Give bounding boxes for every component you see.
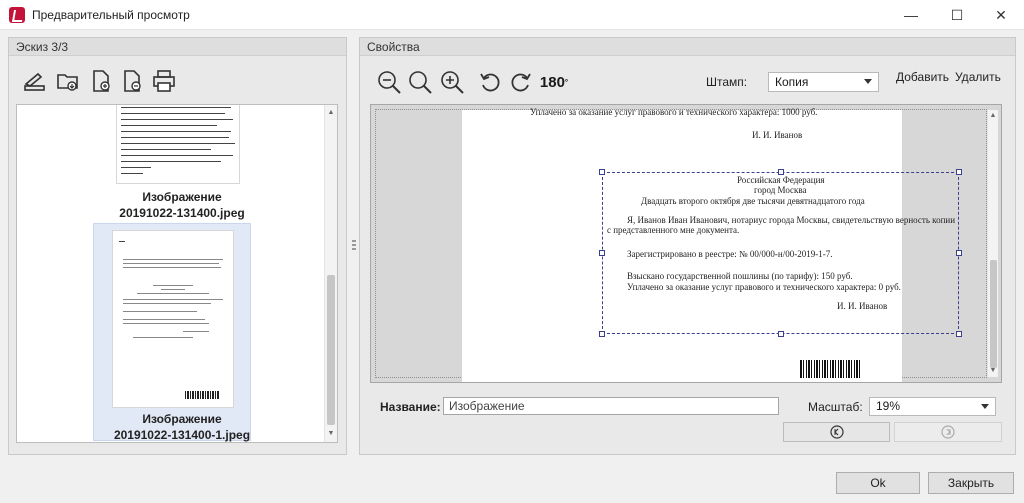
rotate-180-label: 180 <box>539 73 565 91</box>
thumbnail-caption-2: Изображение 20191022-131400-1.jpeg <box>113 412 251 442</box>
properties-header: Свойства <box>360 38 1015 56</box>
resize-handle[interactable] <box>778 331 784 337</box>
app-logo-icon <box>9 7 25 23</box>
remove-page-icon[interactable] <box>119 68 145 94</box>
preview-viewport: Уплачено за оказание услуг правового и т… <box>375 107 998 382</box>
scale-value: 19% <box>876 399 901 413</box>
chevron-down-icon <box>981 404 989 409</box>
scroll-up-icon[interactable]: ▲ <box>327 109 335 117</box>
stamp-line: Я, Иванов Иван Иванович, нотариус города… <box>627 215 956 225</box>
resize-handle[interactable] <box>956 250 962 256</box>
ok-button[interactable]: Ok <box>836 472 920 494</box>
stamp-line: Зарегистрировано в реестре: № 00/000-н/0… <box>627 249 833 259</box>
stamp-line: с представленного мне документа. <box>607 225 740 235</box>
add-stamp-button[interactable]: Добавить <box>896 70 949 84</box>
scroll-up-icon[interactable]: ▲ <box>989 112 997 120</box>
stamp-line: И. И. Иванов <box>837 301 888 311</box>
stamp-line: Уплачено за оказание услуг правового и т… <box>627 282 901 292</box>
resize-handle[interactable] <box>599 169 605 175</box>
scale-select[interactable]: 19% <box>869 397 996 416</box>
close-button[interactable]: Закрыть <box>928 472 1014 494</box>
stamp-value: Копия <box>775 75 809 89</box>
preview-scroll-thumb[interactable] <box>990 260 997 368</box>
maximize-button[interactable]: ☐ <box>934 0 980 30</box>
splitter-handle[interactable] <box>352 240 356 252</box>
open-folder-icon[interactable] <box>55 68 81 94</box>
previous-icon <box>829 425 844 439</box>
next-icon <box>941 425 955 439</box>
stamp-line: Двадцать второго октября две тысячи девя… <box>641 196 865 206</box>
stamp-label: Штамп: <box>706 75 748 89</box>
doc-top-signature: И. И. Иванов <box>752 130 803 140</box>
resize-handle[interactable] <box>599 331 605 337</box>
thumbnails-header: Эскиз 3/3 <box>9 38 346 56</box>
barcode <box>800 360 860 378</box>
resize-handle[interactable] <box>599 250 605 256</box>
rotate-180-button[interactable]: 180 ° <box>540 70 568 94</box>
resize-handle[interactable] <box>956 331 962 337</box>
stamp-select[interactable]: Копия <box>768 72 879 92</box>
thumbnails-scrollbar[interactable]: ▲ ▼ <box>324 105 337 442</box>
scan-icon[interactable] <box>22 68 48 94</box>
previous-page-button[interactable] <box>783 422 890 442</box>
delete-stamp-button[interactable]: Удалить <box>955 70 1001 84</box>
thumbnails-list[interactable]: Изображение 20191022-131400.jpeg Изображ… <box>16 104 338 443</box>
zoom-out-icon[interactable] <box>375 68 403 96</box>
doc-top-line: Уплачено за оказание услуг правового и т… <box>530 107 818 117</box>
thumbnail-page-2[interactable] <box>113 231 233 407</box>
thumbnail-caption-1: Изображение 20191022-131400.jpeg <box>119 190 245 220</box>
rotate-right-icon[interactable] <box>507 68 535 96</box>
close-window-button[interactable]: ✕ <box>978 0 1024 30</box>
minimize-button[interactable]: — <box>888 0 934 30</box>
window-title: Предварительный просмотр <box>32 8 190 22</box>
document-page: Уплачено за оказание услуг правового и т… <box>462 107 962 382</box>
stamp-line: Взыскано государственной пошлины (по тар… <box>627 271 853 281</box>
scale-label: Масштаб: <box>808 400 863 414</box>
stamp-line: город Москва <box>754 185 807 195</box>
zoom-fit-icon[interactable] <box>406 68 434 96</box>
resize-handle[interactable] <box>956 169 962 175</box>
rotate-left-icon[interactable] <box>476 68 504 96</box>
name-label: Название: <box>380 400 441 414</box>
add-page-icon[interactable] <box>88 68 114 94</box>
thumbnail-page-1[interactable] <box>117 105 239 183</box>
scroll-down-icon[interactable]: ▼ <box>327 430 335 438</box>
document-preview[interactable]: Уплачено за оказание услуг правового и т… <box>370 104 1002 383</box>
zoom-in-icon[interactable] <box>438 68 466 96</box>
stamp-line: Российская Федерация <box>737 175 825 185</box>
next-page-button[interactable] <box>894 422 1002 442</box>
print-icon[interactable] <box>151 68 177 94</box>
scroll-down-icon[interactable]: ▼ <box>989 367 997 375</box>
thumbnails-scroll-thumb[interactable] <box>327 275 335 425</box>
title-bar: Предварительный просмотр — ☐ ✕ <box>0 0 1024 30</box>
stamp-selection-box[interactable]: Российская Федерация город Москва Двадца… <box>599 169 962 337</box>
chevron-down-icon <box>864 79 872 84</box>
name-input[interactable]: Изображение <box>443 397 779 415</box>
preview-scrollbar[interactable]: ▲ ▼ <box>987 110 998 377</box>
